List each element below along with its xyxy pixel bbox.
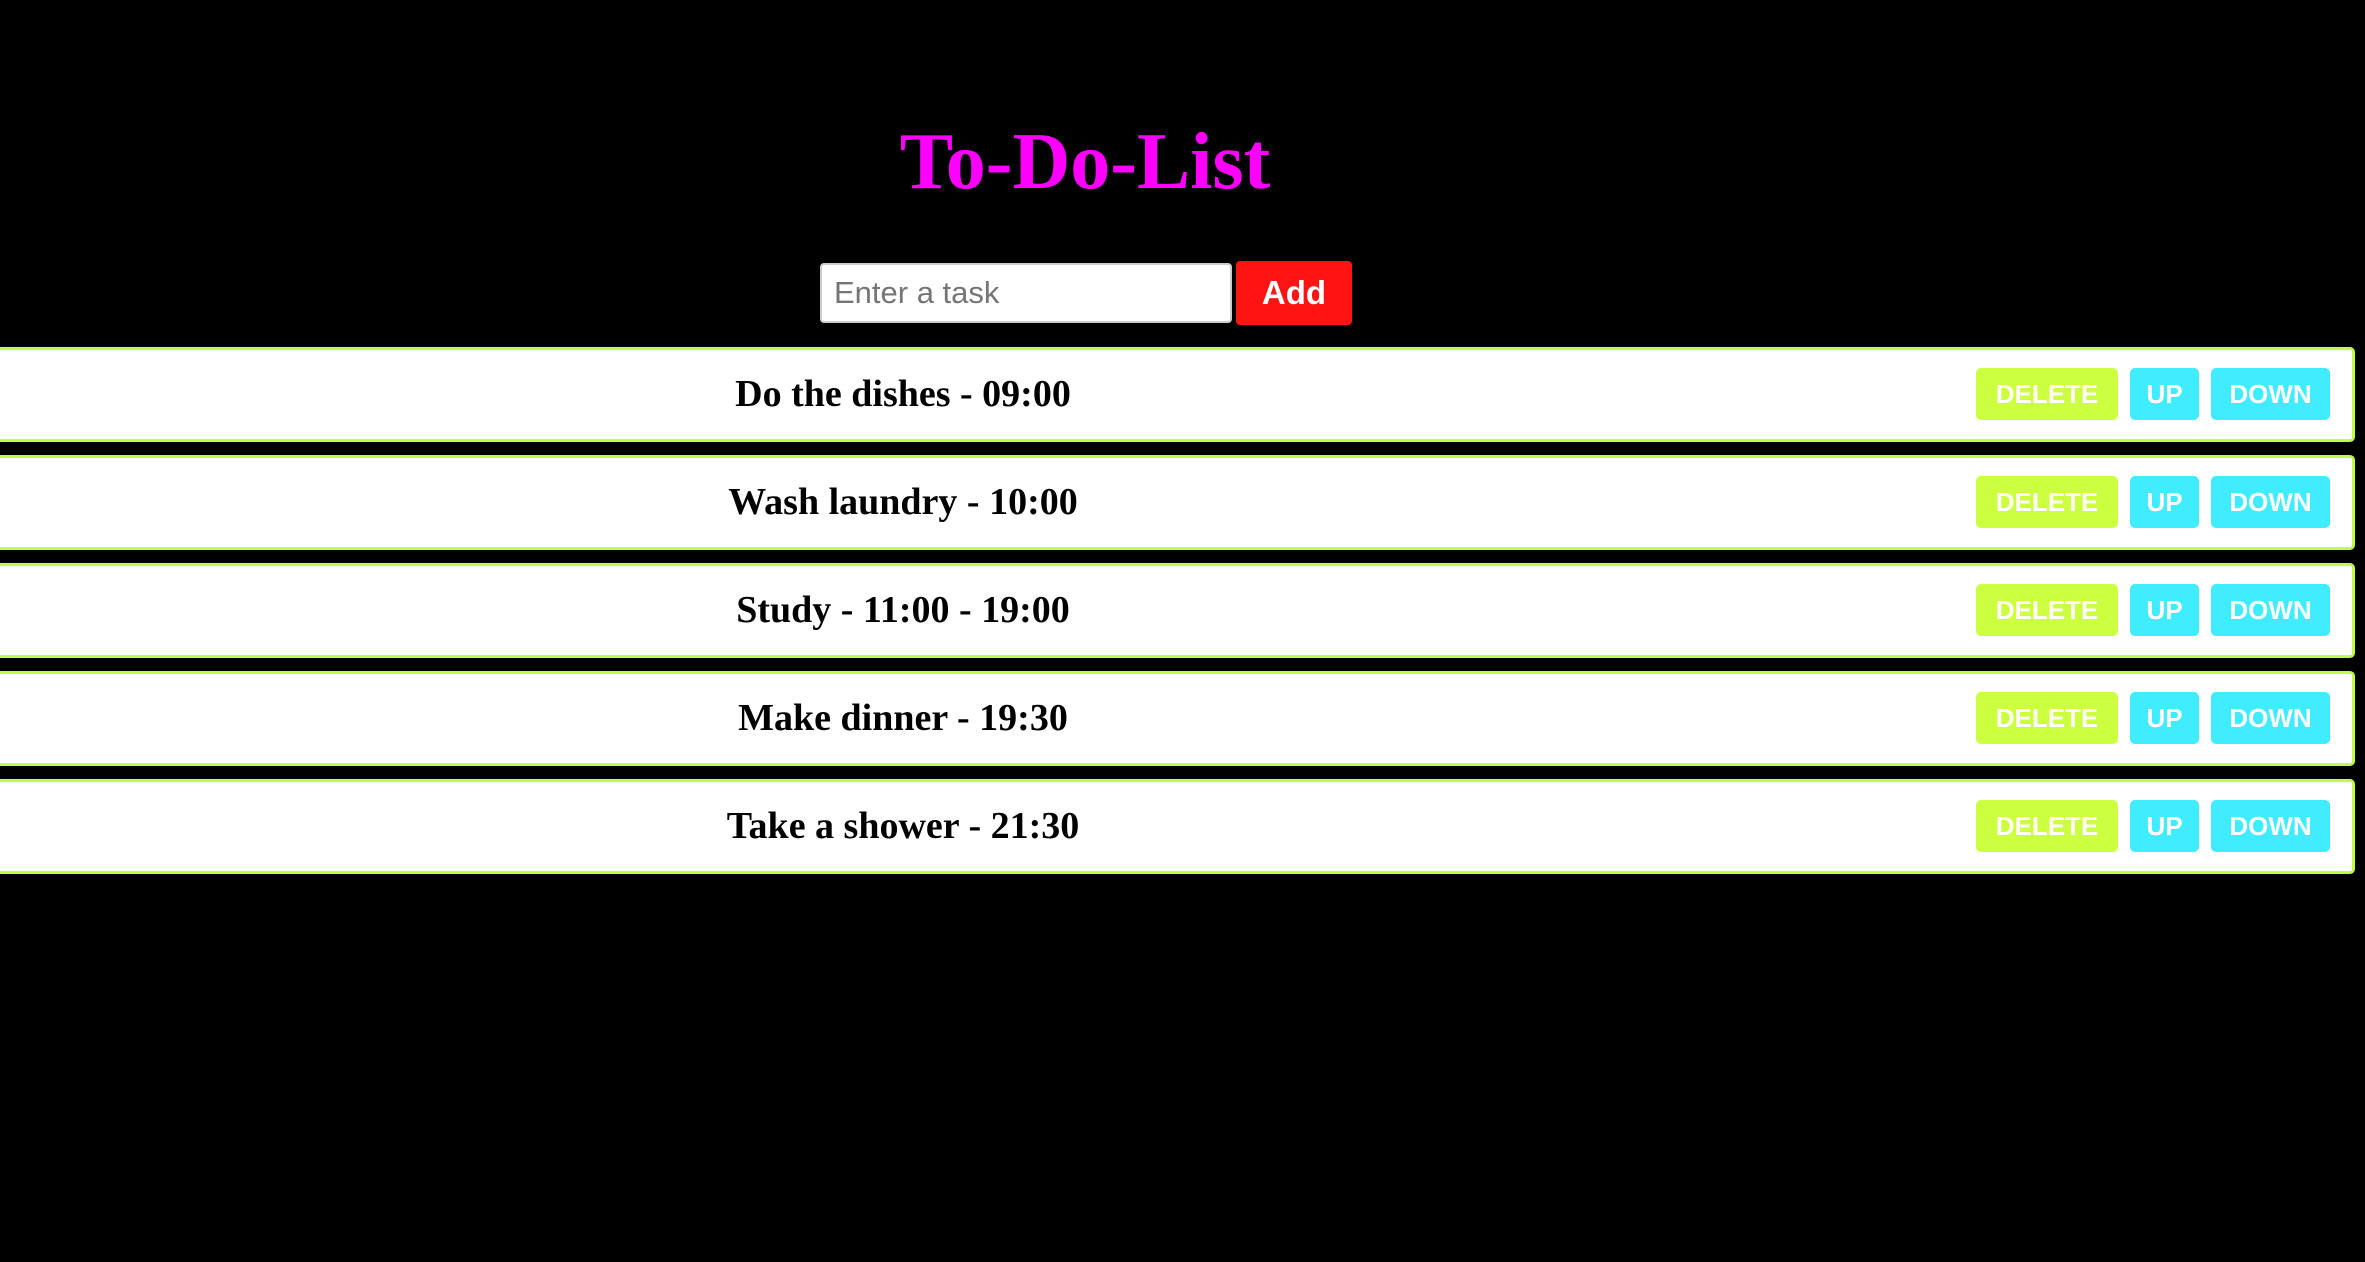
task-row: Study - 11:00 - 19:00 DELETE UP DOWN	[0, 563, 2355, 658]
delete-button[interactable]: DELETE	[1976, 800, 2118, 852]
delete-button[interactable]: DELETE	[1976, 692, 2118, 744]
task-row: Make dinner - 19:30 DELETE UP DOWN	[0, 671, 2355, 766]
move-up-button[interactable]: UP	[2130, 692, 2199, 744]
delete-button[interactable]: DELETE	[1976, 584, 2118, 636]
task-row: Wash laundry - 10:00 DELETE UP DOWN	[0, 455, 2355, 550]
delete-button[interactable]: DELETE	[1976, 476, 2118, 528]
task-text: Study - 11:00 - 19:00	[736, 589, 1070, 631]
move-up-button[interactable]: UP	[2130, 368, 2199, 420]
move-down-button[interactable]: DOWN	[2211, 368, 2330, 420]
task-row: Do the dishes - 09:00 DELETE UP DOWN	[0, 347, 2355, 442]
task-row: Take a shower - 21:30 DELETE UP DOWN	[0, 779, 2355, 874]
move-down-button[interactable]: DOWN	[2211, 476, 2330, 528]
task-text: Make dinner - 19:30	[738, 697, 1068, 739]
page-title: To-Do-List	[899, 118, 1271, 206]
move-up-button[interactable]: UP	[2130, 476, 2199, 528]
task-list: Do the dishes - 09:00 DELETE UP DOWN Was…	[0, 347, 2355, 887]
task-text: Wash laundry - 10:00	[728, 481, 1078, 523]
add-task-button[interactable]: Add	[1236, 261, 1352, 325]
move-up-button[interactable]: UP	[2130, 584, 2199, 636]
move-down-button[interactable]: DOWN	[2211, 584, 2330, 636]
task-input[interactable]	[820, 263, 1232, 323]
move-up-button[interactable]: UP	[2130, 800, 2199, 852]
move-down-button[interactable]: DOWN	[2211, 800, 2330, 852]
task-text: Take a shower - 21:30	[726, 805, 1080, 847]
move-down-button[interactable]: DOWN	[2211, 692, 2330, 744]
delete-button[interactable]: DELETE	[1976, 368, 2118, 420]
task-text: Do the dishes - 09:00	[735, 373, 1071, 415]
